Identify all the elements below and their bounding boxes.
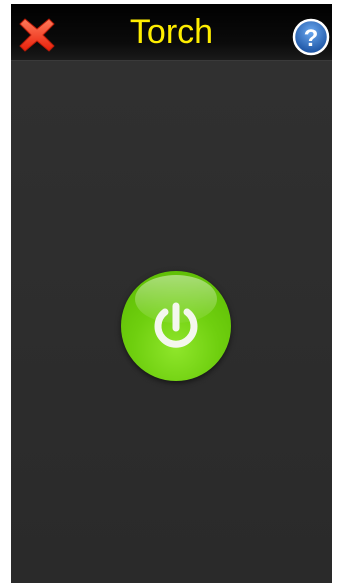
help-button[interactable]: ? [291, 17, 331, 57]
svg-text:?: ? [304, 25, 319, 52]
help-icon: ? [292, 18, 330, 56]
top-bar: Torch ? [11, 4, 332, 61]
power-button[interactable] [121, 271, 231, 381]
power-icon [154, 302, 198, 348]
app-screen: Torch ? [11, 4, 332, 583]
page-title: Torch [129, 13, 214, 51]
main-content [11, 61, 332, 583]
